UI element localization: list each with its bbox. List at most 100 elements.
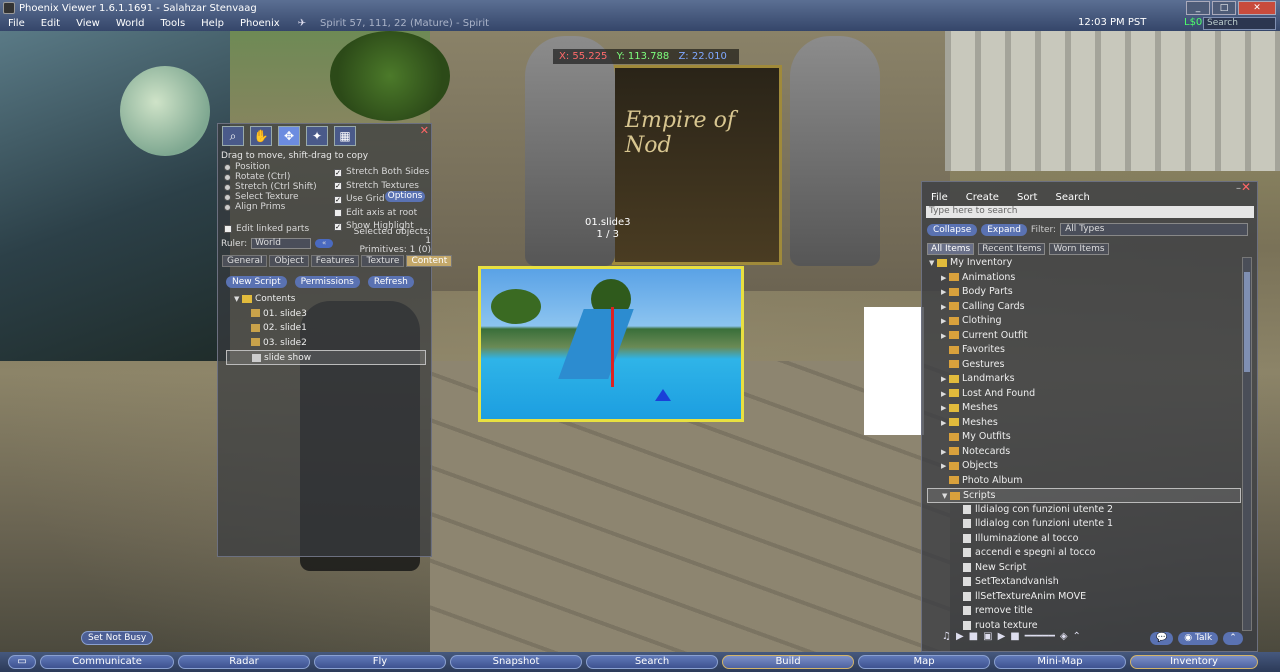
fly-button[interactable]: Fly [314, 655, 446, 669]
expand-button[interactable]: Expand [981, 223, 1027, 236]
folder-item[interactable]: ▶ Animations [927, 271, 1241, 286]
menu-view[interactable]: View [68, 18, 108, 29]
scroll-thumb[interactable] [1244, 272, 1250, 372]
land-tool-icon[interactable]: ▦ [334, 126, 356, 146]
map-button[interactable]: Map [858, 655, 990, 669]
search-button[interactable]: Search [586, 655, 718, 669]
list-item[interactable]: 01. slide3 [226, 307, 426, 322]
folder-item[interactable]: ▶ Calling Cards [927, 300, 1241, 315]
inventory-scrollbar[interactable] [1242, 257, 1252, 631]
folder-item[interactable]: ▶ Notecards [927, 445, 1241, 460]
inv-menu-sort[interactable]: Sort [1017, 192, 1038, 203]
stop-media-icon[interactable]: ■ [1010, 631, 1019, 642]
folder-item[interactable]: ▶ Meshes [927, 416, 1241, 431]
build-button[interactable]: Build [722, 655, 854, 669]
chat-icon[interactable]: ▭ [8, 655, 36, 669]
inventory-button[interactable]: Inventory [1130, 655, 1258, 669]
radio-stretch[interactable]: Stretch (Ctrl Shift) [224, 182, 317, 192]
balance[interactable]: L$0 [1184, 17, 1202, 28]
folder-item[interactable]: My Outfits [927, 430, 1241, 445]
radio-rotate[interactable]: Rotate (Ctrl) [224, 172, 317, 182]
folder-item[interactable]: Gestures [927, 358, 1241, 373]
focus-tool-icon[interactable]: ⌕ [222, 126, 244, 146]
mini-map-button[interactable]: Mini-Map [994, 655, 1126, 669]
volume-slider[interactable]: ━━━━━ [1025, 631, 1055, 642]
inv-menu-file[interactable]: File [931, 192, 948, 203]
play-media-icon[interactable]: ▶ [998, 631, 1006, 642]
radio-select-texture[interactable]: Select Texture [224, 192, 317, 202]
location-text[interactable]: Spirit 57, 111, 22 (Mature) - Spirit [320, 18, 489, 29]
menu-edit[interactable]: Edit [33, 18, 68, 29]
menu-file[interactable]: File [0, 18, 33, 29]
list-item[interactable]: 02. slide1 [226, 321, 426, 336]
create-tool-icon[interactable]: ✦ [306, 126, 328, 146]
tab-general[interactable]: General [222, 255, 268, 267]
minimize-button[interactable]: _ [1186, 1, 1210, 15]
communicate-button[interactable]: Communicate [40, 655, 174, 669]
close-icon[interactable]: ✕ [420, 124, 429, 137]
menu-tools[interactable]: Tools [153, 18, 194, 29]
script-item[interactable]: lldialog con funzioni utente 2 [927, 503, 1241, 518]
folder-item[interactable]: Favorites [927, 343, 1241, 358]
menu-world[interactable]: World [108, 18, 153, 29]
folder-my-inventory[interactable]: ▼ My Inventory [927, 256, 1241, 271]
chat-bubble-icon[interactable]: 💬 [1150, 632, 1174, 645]
tab-object[interactable]: Object [269, 255, 309, 267]
folder-item[interactable]: ▶ Body Parts [927, 285, 1241, 300]
close-icon[interactable]: ✕ [1241, 180, 1251, 194]
play-icon[interactable]: ▶ [956, 631, 964, 642]
folder-item[interactable]: ▶ Lost And Found [927, 387, 1241, 402]
folder-item[interactable]: ▶ Meshes [927, 401, 1241, 416]
new-script-button[interactable]: New Script [226, 276, 287, 288]
set-not-busy-button[interactable]: Set Not Busy [81, 631, 154, 645]
radio-position[interactable]: Position [224, 162, 317, 172]
folder-item[interactable]: ▶ Clothing [927, 314, 1241, 329]
check-stretch-both-sides[interactable]: ✓ Stretch Both Sides [334, 166, 429, 180]
filter-dropdown[interactable]: All Types [1060, 223, 1249, 236]
media-icon[interactable]: ▣ [983, 631, 992, 642]
script-item[interactable]: accendi e spegni al tocco [927, 546, 1241, 561]
inv-menu-search[interactable]: Search [1055, 192, 1089, 203]
inv-menu-create[interactable]: Create [966, 192, 999, 203]
check-edit-axis-root[interactable]: Edit axis at root [334, 207, 429, 221]
tab-features[interactable]: Features [310, 255, 360, 267]
radar-button[interactable]: Radar [178, 655, 310, 669]
volume-icon[interactable]: ◈ [1060, 631, 1068, 642]
slide-picture[interactable] [478, 266, 744, 422]
tab-texture[interactable]: Texture [361, 255, 405, 267]
speak-expand-icon[interactable]: ⌃ [1223, 632, 1243, 645]
refresh-button[interactable]: Refresh [367, 276, 414, 288]
inventory-search-input[interactable]: Type here to search [926, 206, 1254, 218]
script-item[interactable]: SetTextandvanish [927, 575, 1241, 590]
tab-content[interactable]: Content [406, 255, 453, 267]
script-item[interactable]: New Script [927, 561, 1241, 576]
menu-phoenix[interactable]: Phoenix [232, 18, 288, 29]
ruler-dropdown[interactable]: World [251, 238, 312, 249]
tab-worn-items[interactable]: Worn Items [1049, 243, 1109, 255]
folder-item[interactable]: ▶ Current Outfit [927, 329, 1241, 344]
white-prim[interactable] [864, 307, 924, 435]
folder-item[interactable]: ▶ Landmarks [927, 372, 1241, 387]
folder-item[interactable]: Photo Album [927, 474, 1241, 489]
collapse-icon[interactable]: « [315, 239, 334, 248]
tab-recent-items[interactable]: Recent Items [978, 243, 1046, 255]
contents-folder[interactable]: ▼ Contents [226, 292, 426, 307]
folder-scripts[interactable]: ▼ Scripts [927, 488, 1241, 503]
radio-align-prims[interactable]: Align Prims [224, 202, 317, 212]
list-item[interactable]: 03. slide2 [226, 336, 426, 351]
collapse-button[interactable]: Collapse [927, 223, 978, 236]
edit-tool-icon[interactable]: ✥ [278, 126, 300, 146]
script-item[interactable]: remove title [927, 604, 1241, 619]
list-item[interactable]: slide show [226, 350, 426, 365]
move-tool-icon[interactable]: ✋ [250, 126, 272, 146]
music-icon[interactable]: ♫ [942, 631, 951, 642]
script-item[interactable]: llSetTextureAnim MOVE [927, 590, 1241, 605]
stop-icon[interactable]: ■ [969, 631, 978, 642]
close-button[interactable]: ✕ [1238, 1, 1276, 15]
tab-all-items[interactable]: All Items [927, 243, 975, 255]
options-button[interactable]: Options [385, 191, 425, 202]
maximize-button[interactable]: □ [1212, 1, 1236, 15]
z-axis-handle[interactable] [611, 307, 614, 387]
snapshot-button[interactable]: Snapshot [450, 655, 582, 669]
talk-button[interactable]: ◉ Talk [1178, 632, 1219, 645]
